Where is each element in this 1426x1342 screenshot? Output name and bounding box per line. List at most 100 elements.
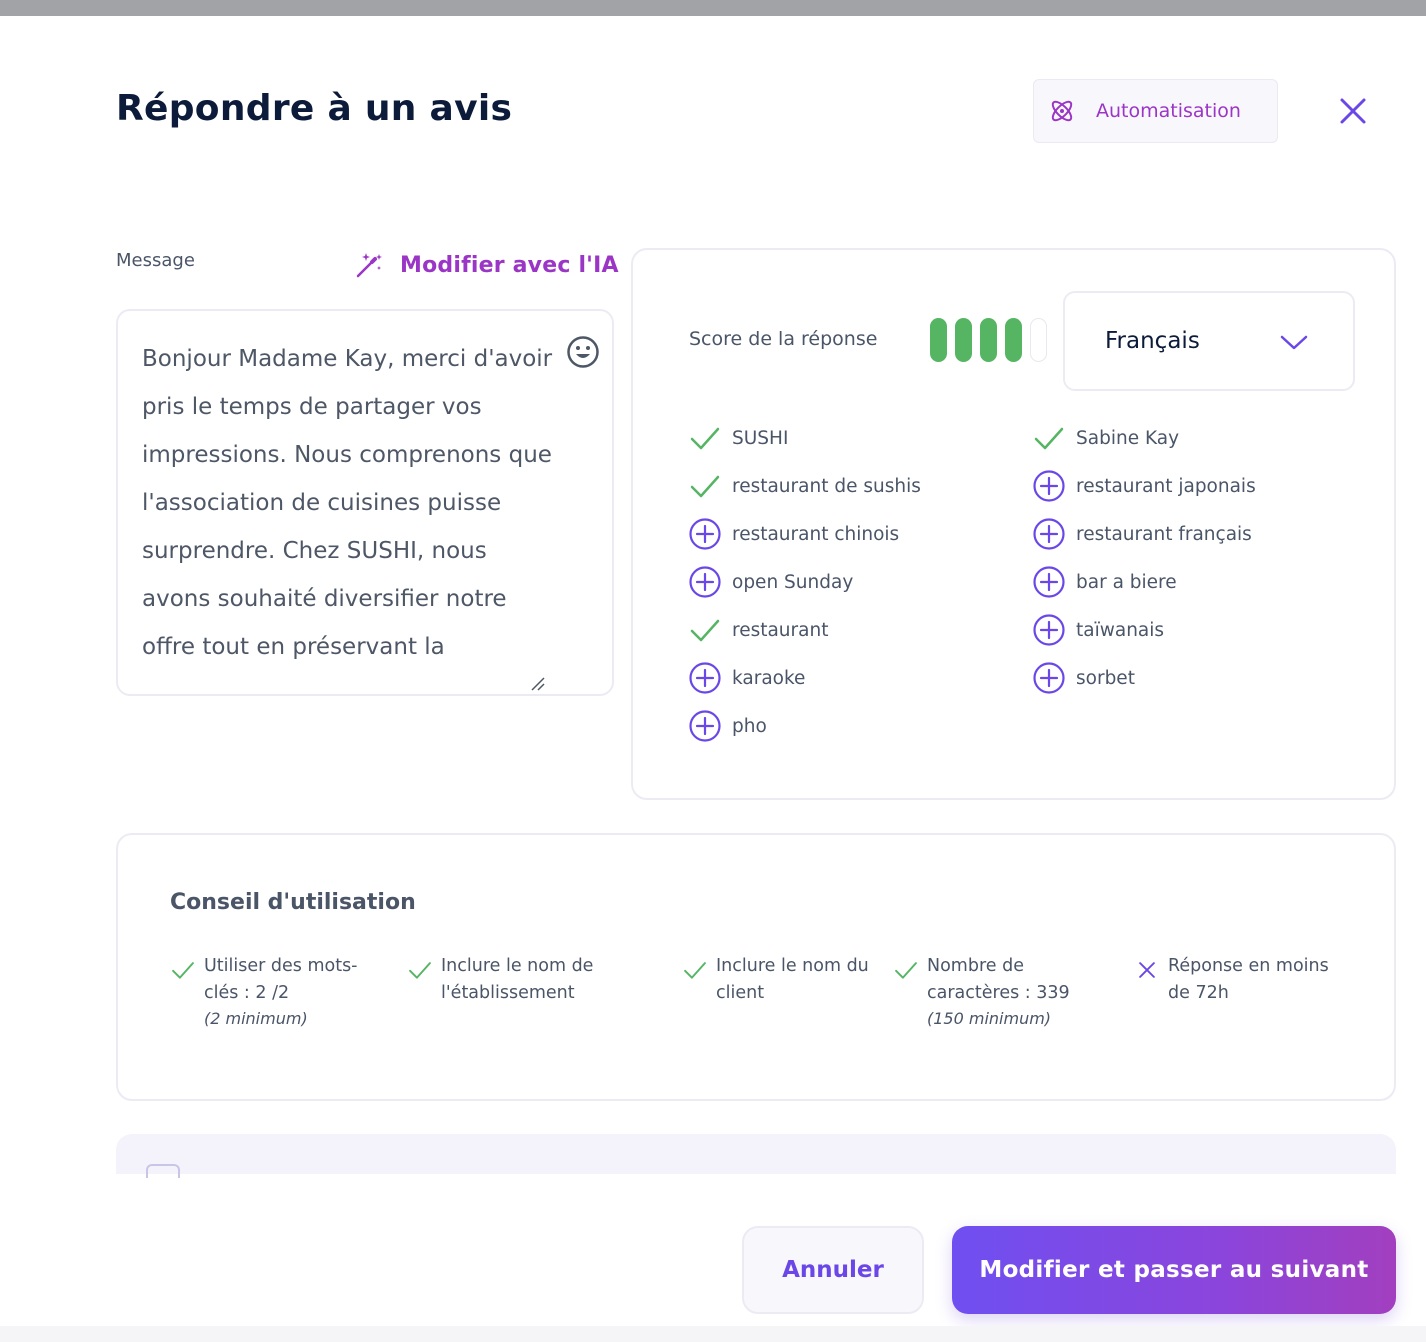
- automation-button[interactable]: Automatisation: [1033, 79, 1278, 143]
- atom-icon: [1051, 100, 1073, 122]
- keyword-label: restaurant français: [1076, 523, 1252, 545]
- keyword-label: open Sunday: [732, 571, 854, 593]
- bottom-bar: [0, 1326, 1426, 1342]
- tip-line: Inclure le nom du: [716, 956, 869, 976]
- keyword-label: bar a biere: [1076, 571, 1177, 593]
- keyword-item[interactable]: restaurant chinois: [688, 510, 921, 558]
- keyword-list-right: Sabine Kay restaurant japonais restaurant …: [1032, 414, 1256, 702]
- response-score-panel: Score de la réponse Français SUSHI restau…: [631, 248, 1396, 800]
- check-icon: [172, 962, 194, 979]
- plus-circle-icon: [689, 662, 721, 694]
- tip-item: Utiliser des mots-clés : 2 /2 (2 minimum): [170, 953, 358, 1031]
- tip-text: Inclure le nom du client: [716, 953, 869, 1007]
- tip-text: Utiliser des mots-clés : 2 /2 (2 minimum): [204, 953, 358, 1031]
- keyword-label: taïwanais: [1076, 619, 1165, 641]
- tip-item: Réponse en moins de 72h: [1134, 953, 1329, 1007]
- tip-minimum: (150 minimum): [927, 1009, 1052, 1028]
- keyword-item[interactable]: karaoke: [688, 654, 921, 702]
- plus-circle-icon: [1033, 470, 1065, 502]
- language-select[interactable]: Français: [1063, 291, 1355, 391]
- keyword-item[interactable]: taïwanais: [1032, 606, 1256, 654]
- plus-circle-icon: [1033, 518, 1065, 550]
- option-checkbox[interactable]: [146, 1164, 180, 1178]
- page-title: Répondre à un avis: [116, 88, 513, 129]
- submit-next-button[interactable]: Modifier et passer au suivant: [952, 1226, 1396, 1314]
- magic-wand-icon: [356, 253, 382, 278]
- keyword-label: restaurant japonais: [1076, 475, 1256, 497]
- keyword-list-left: SUSHI restaurant de sushis restaurant chin…: [688, 414, 921, 750]
- keyword-item: restaurant de sushis: [688, 462, 921, 510]
- keyword-item: restaurant: [688, 606, 921, 654]
- check-icon: [409, 962, 431, 979]
- check-icon: [690, 475, 720, 498]
- score-bar: [1005, 318, 1022, 362]
- language-value: Français: [1105, 328, 1200, 354]
- usage-tips-panel: Conseil d'utilisation Utiliser des mots-…: [116, 833, 1396, 1101]
- tip-minimum: (2 minimum): [204, 1009, 308, 1028]
- cancel-button[interactable]: Annuler: [742, 1226, 924, 1314]
- tip-line: l'établissement: [441, 983, 575, 1003]
- keyword-label: karaoke: [732, 667, 806, 689]
- tip-line: caractères : 339: [927, 983, 1070, 1003]
- tip-line: clés : 2 /2: [204, 983, 290, 1003]
- tip-item: Nombre de caractères : 339 (150 minimum): [893, 953, 1070, 1031]
- tips-title: Conseil d'utilisation: [170, 890, 416, 915]
- resize-handle-icon[interactable]: [530, 676, 546, 692]
- tip-text: Inclure le nom de l'établissement: [441, 953, 593, 1007]
- message-textarea[interactable]: Bonjour Madame Kay, merci d'avoir pris l…: [116, 309, 614, 696]
- keyword-label: restaurant de sushis: [732, 475, 921, 497]
- plus-circle-icon: [1033, 662, 1065, 694]
- score-meter: [930, 318, 1047, 362]
- close-icon[interactable]: [1336, 94, 1370, 128]
- score-bar: [930, 318, 947, 362]
- tip-line: Inclure le nom de: [441, 956, 594, 976]
- message-text: Bonjour Madame Kay, merci d'avoir pris l…: [142, 346, 553, 660]
- check-icon: [690, 427, 720, 450]
- score-label: Score de la réponse: [689, 328, 878, 350]
- keyword-label: pho: [732, 715, 767, 737]
- keyword-label: SUSHI: [732, 427, 789, 449]
- plus-circle-icon: [689, 710, 721, 742]
- plus-circle-icon: [1033, 614, 1065, 646]
- keyword-item: SUSHI: [688, 414, 921, 462]
- tip-item: Inclure le nom du client: [682, 953, 869, 1007]
- cross-icon: [1139, 962, 1155, 978]
- plus-circle-icon: [1033, 566, 1065, 598]
- keyword-item[interactable]: restaurant français: [1032, 510, 1256, 558]
- modify-with-ai-label: Modifier avec l'IA: [400, 252, 619, 278]
- score-bar: [955, 318, 972, 362]
- keyword-item[interactable]: restaurant japonais: [1032, 462, 1256, 510]
- keyword-item[interactable]: bar a biere: [1032, 558, 1256, 606]
- tip-text: Réponse en moins de 72h: [1168, 953, 1329, 1007]
- check-icon: [690, 619, 720, 642]
- keyword-item[interactable]: pho: [688, 702, 921, 750]
- automation-label: Automatisation: [1096, 100, 1241, 122]
- score-bar: [980, 318, 997, 362]
- keyword-label: restaurant chinois: [732, 523, 900, 545]
- tip-line: Nombre de: [927, 956, 1024, 976]
- tip-line: client: [716, 983, 765, 1003]
- plus-circle-icon: [689, 518, 721, 550]
- tip-line: Réponse en moins: [1168, 956, 1329, 976]
- tip-item: Inclure le nom de l'établissement: [407, 953, 593, 1007]
- smiley-icon[interactable]: [566, 335, 600, 369]
- check-icon: [1034, 427, 1064, 450]
- plus-circle-icon: [689, 566, 721, 598]
- top-bar: [0, 0, 1426, 16]
- message-label: Message: [116, 250, 195, 271]
- keyword-label: sorbet: [1076, 667, 1135, 689]
- chevron-down-icon: [1280, 335, 1308, 350]
- keyword-item[interactable]: sorbet: [1032, 654, 1256, 702]
- keyword-label: restaurant: [732, 619, 829, 641]
- tip-line: de 72h: [1168, 983, 1229, 1003]
- keyword-label: Sabine Kay: [1076, 427, 1180, 449]
- option-row: [116, 1134, 1396, 1178]
- check-icon: [684, 962, 706, 979]
- keyword-item: Sabine Kay: [1032, 414, 1256, 462]
- check-icon: [895, 962, 917, 979]
- tip-line: Utiliser des mots-: [204, 956, 358, 976]
- modify-with-ai-button[interactable]: Modifier avec l'IA: [354, 250, 619, 280]
- score-bar: [1030, 318, 1047, 362]
- keyword-item[interactable]: open Sunday: [688, 558, 921, 606]
- tip-text: Nombre de caractères : 339 (150 minimum): [927, 953, 1070, 1031]
